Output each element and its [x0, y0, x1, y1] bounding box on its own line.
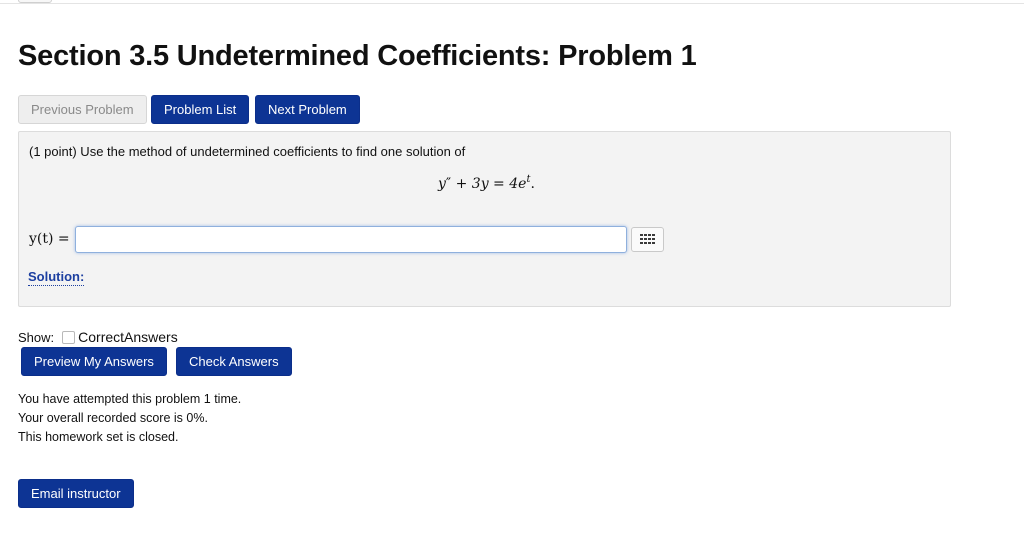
equation-end: . — [530, 176, 535, 192]
problem-list-button[interactable]: Problem List — [151, 95, 250, 124]
email-instructor-button[interactable]: Email instructor — [18, 479, 134, 508]
top-tab[interactable] — [18, 0, 52, 3]
problem-panel: (1 point) Use the method of undetermined… — [18, 131, 951, 307]
check-answers-button[interactable]: Check Answers — [176, 347, 292, 376]
equation-palette-icon — [639, 234, 655, 244]
equation-palette-button[interactable] — [631, 227, 664, 252]
correct-answers-checkbox[interactable] — [62, 330, 76, 344]
status-messages: You have attempted this problem 1 time. … — [18, 390, 241, 447]
previous-problem-button[interactable]: Previous Problem — [18, 95, 147, 124]
show-label: Show: — [18, 329, 55, 345]
problem-equation: y″ + 3y = 4et. — [438, 174, 535, 192]
score-text: Your overall recorded score is 0%. — [18, 411, 208, 425]
equation-lhs-var: y — [438, 176, 446, 192]
page-title: Section 3.5 Undetermined Coefficients: P… — [18, 40, 697, 72]
correct-answers-label: CorrectAnswers — [78, 329, 178, 345]
solution-link[interactable]: Solution: — [28, 269, 85, 286]
answer-input[interactable] — [75, 226, 627, 253]
equation-middle: + 3y = 4e — [451, 176, 527, 192]
show-options-row: Show: CorrectAnswers — [18, 329, 178, 345]
attempts-text: You have attempted this problem 1 time. — [18, 392, 242, 406]
problem-prompt: (1 point) Use the method of undetermined… — [29, 144, 466, 159]
answer-label: y(t) = — [29, 231, 70, 247]
closed-text: This homework set is closed. — [18, 430, 179, 444]
preview-answers-button[interactable]: Preview My Answers — [21, 347, 167, 376]
top-strip — [0, 0, 1024, 4]
next-problem-button[interactable]: Next Problem — [255, 95, 360, 124]
